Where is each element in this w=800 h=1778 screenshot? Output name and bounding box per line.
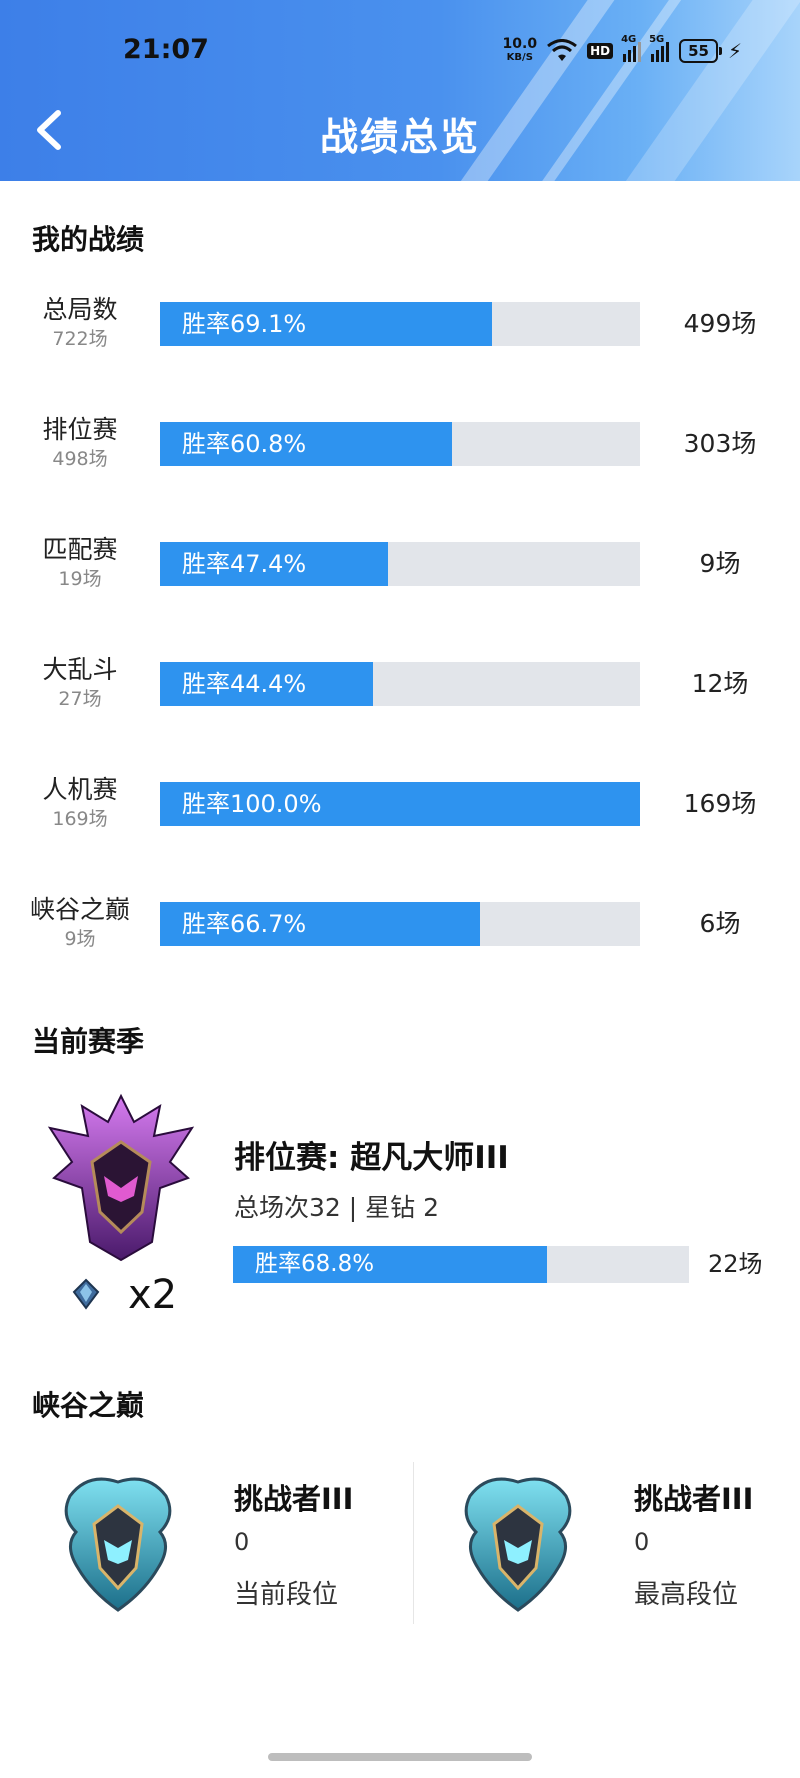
current-rank-title: 排位赛: 超凡大师III — [234, 1140, 509, 1176]
mode-name: 匹配赛 — [42, 535, 118, 564]
mode-name: 峡谷之巅 — [29, 895, 130, 924]
wins-count: 12场 — [691, 669, 749, 698]
mode-games: 19场 — [58, 568, 102, 590]
win-rate-label: 胜率66.7% — [182, 910, 307, 938]
challenger-emblem-icon — [58, 1476, 178, 1620]
peak-current-label: 当前段位 — [234, 1580, 339, 1610]
stat-row-aram[interactable]: 大乱斗 27场 胜率44.4% 12场 — [0, 650, 800, 720]
mode-name: 大乱斗 — [42, 655, 118, 684]
season-win-rate-bar: 胜率68.8% — [233, 1246, 689, 1283]
hd-icon: HD — [587, 43, 614, 59]
win-rate-bar: 胜率47.4% — [160, 542, 640, 586]
peak-highest-label: 最高段位 — [634, 1580, 739, 1610]
home-indicator[interactable] — [268, 1753, 532, 1761]
wifi-icon — [547, 39, 577, 61]
wins-count: 303场 — [683, 429, 757, 458]
master-rank-emblem-icon — [42, 1092, 200, 1266]
win-rate-label: 胜率44.4% — [182, 670, 307, 698]
win-rate-label: 胜率100.0% — [182, 790, 322, 818]
win-rate-bar: 胜率69.1% — [160, 302, 640, 346]
win-rate-label: 胜率60.8% — [182, 430, 307, 458]
mode-games: 498场 — [52, 448, 108, 470]
stat-row-peak[interactable]: 峡谷之巅 9场 胜率66.7% 6场 — [0, 890, 800, 960]
wins-count: 9场 — [699, 549, 741, 578]
challenger-emblem-icon — [458, 1476, 578, 1620]
season-summary: 总场次32 | 星钻 2 — [234, 1193, 439, 1222]
wins-count: 499场 — [683, 309, 757, 338]
section-title-peak: 峡谷之巅 — [32, 1389, 145, 1422]
mode-name: 排位赛 — [42, 415, 118, 444]
battery-icon: 55 — [679, 39, 722, 63]
mode-games: 27场 — [58, 688, 102, 710]
diamond-star-icon — [72, 1278, 100, 1314]
stat-row-normal[interactable]: 匹配赛 19场 胜率47.4% 9场 — [0, 530, 800, 600]
page-title: 战绩总览 — [319, 115, 480, 159]
section-title-current-season: 当前赛季 — [32, 1025, 145, 1058]
signal-5g-icon: 5G — [649, 34, 670, 62]
mode-games: 9场 — [64, 928, 96, 950]
peak-current-rank: 挑战者III — [234, 1482, 354, 1516]
season-wins-count: 22场 — [708, 1250, 763, 1278]
stat-row-total[interactable]: 总局数 722场 胜率69.1% 499场 — [0, 290, 800, 360]
win-rate-bar: 胜率100.0% — [160, 782, 640, 826]
stat-row-bot[interactable]: 人机赛 169场 胜率100.0% 169场 — [0, 770, 800, 840]
peak-highest-rank: 挑战者III — [634, 1482, 754, 1516]
divider — [413, 1462, 414, 1624]
mode-games: 722场 — [52, 328, 108, 350]
mode-name: 人机赛 — [42, 775, 118, 804]
win-rate-bar: 胜率44.4% — [160, 662, 640, 706]
season-win-rate-label: 胜率68.8% — [255, 1251, 375, 1277]
net-speed: 10.0 KB/S — [502, 36, 538, 63]
app-header: 21:07 10.0 KB/S HD 4G 5G 55 ⚡ 战绩总览 — [0, 0, 800, 181]
wins-count: 169场 — [683, 789, 757, 818]
wins-count: 6场 — [699, 909, 741, 938]
mode-games: 169场 — [52, 808, 108, 830]
signal-4g-icon: 4G — [621, 34, 642, 62]
peak-current-points: 0 — [234, 1528, 250, 1556]
win-rate-bar: 胜率60.8% — [160, 422, 640, 466]
status-icons: 10.0 KB/S HD 4G 5G 55 ⚡ — [503, 34, 742, 68]
charging-icon: ⚡ — [727, 39, 742, 63]
mode-name: 总局数 — [42, 295, 118, 324]
star-count: x2 — [128, 1272, 178, 1318]
peak-highest-points: 0 — [634, 1528, 650, 1556]
win-rate-label: 胜率47.4% — [182, 550, 307, 578]
win-rate-label: 胜率69.1% — [182, 310, 307, 338]
section-title-my-stats: 我的战绩 — [32, 223, 145, 256]
status-time: 21:07 — [123, 34, 209, 65]
win-rate-bar: 胜率66.7% — [160, 902, 640, 946]
stat-row-ranked[interactable]: 排位赛 498场 胜率60.8% 303场 — [0, 410, 800, 480]
